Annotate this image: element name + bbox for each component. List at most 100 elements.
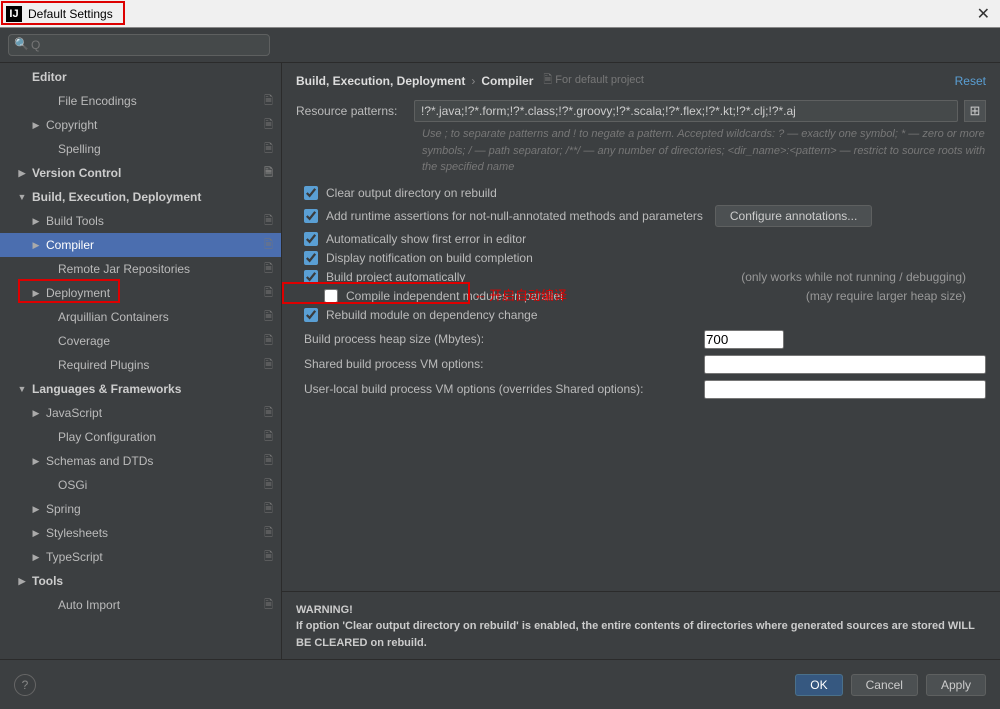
main-panel: Build, Execution, Deployment › Compiler … [282,63,1000,659]
warning-title: WARNING! [296,604,353,616]
heap-size-label: Build process heap size (Mbytes): [304,332,694,346]
sidebar-item-spelling[interactable]: Spelling 🗎 [0,137,281,161]
sidebar-item-deployment[interactable]: Deployment🗎 [0,281,281,305]
window-title: Default Settings [28,7,113,21]
sidebar-item-editor[interactable]: Editor [0,65,281,89]
project-scope-icon: 🗎 [264,500,273,519]
heap-size-input[interactable] [704,330,784,349]
expand-arrow-icon[interactable] [30,216,42,227]
expand-arrow-icon[interactable] [30,120,42,131]
sidebar-item-auto-import[interactable]: Auto Import🗎 [0,593,281,617]
sidebar-item-coverage[interactable]: Coverage 🗎 [0,329,281,353]
configure-annotations-button[interactable]: Configure annotations... [715,205,872,227]
sidebar-item-label: Languages & Frameworks [32,382,181,396]
sidebar-item-javascript[interactable]: JavaScript🗎 [0,401,281,425]
build-auto-note: (only works while not running / debuggin… [741,270,986,284]
shared-vm-input[interactable] [704,355,986,374]
expand-patterns-icon[interactable]: ⊞ [964,100,986,122]
sidebar-item-typescript[interactable]: TypeScript🗎 [0,545,281,569]
ok-button[interactable]: OK [795,674,842,696]
warning-body: If option 'Clear output directory on reb… [296,620,975,649]
sidebar-item-build-execution-deployment[interactable]: Build, Execution, Deployment [0,185,281,209]
sidebar-item-build-tools[interactable]: Build Tools🗎 [0,209,281,233]
project-scope-icon: 🗎 [264,236,273,255]
breadcrumb-part2: Compiler [481,74,533,88]
sidebar-item-compiler[interactable]: Compiler🗎 [0,233,281,257]
rebuild-dep-checkbox[interactable]: Rebuild module on dependency change [304,308,986,322]
expand-arrow-icon[interactable] [30,528,42,539]
sidebar-item-arquillian-containers[interactable]: Arquillian Containers🗎 [0,305,281,329]
sidebar-item-schemas-and-dtds[interactable]: Schemas and DTDs🗎 [0,449,281,473]
expand-arrow-icon[interactable] [30,552,42,563]
sidebar-item-copyright[interactable]: Copyright🗎 [0,113,281,137]
sidebar-item-required-plugins[interactable]: Required Plugins🗎 [0,353,281,377]
breadcrumb-separator: › [471,74,475,88]
sidebar-item-label: Spelling [58,142,101,156]
close-icon[interactable]: ✕ [977,4,990,24]
warning-panel: WARNING! If option 'Clear output directo… [282,591,1000,660]
expand-arrow-icon[interactable] [30,288,42,299]
sidebar-item-label: Copyright [46,118,97,132]
sidebar-item-label: Build, Execution, Deployment [32,190,201,204]
project-scope-icon: 🗎 [264,524,273,543]
sidebar-item-tools[interactable]: Tools [0,569,281,593]
titlebar: IJ Default Settings ✕ [0,0,1000,28]
sidebar-item-label: File Encodings [58,94,137,108]
build-auto-checkbox[interactable]: Build project automatically (only works … [304,270,986,284]
sidebar-item-file-encodings[interactable]: File Encodings 🗎 [0,89,281,113]
sidebar-item-languages-frameworks[interactable]: Languages & Frameworks [0,377,281,401]
expand-arrow-icon[interactable] [16,576,28,587]
project-scope-icon: 🗎 [264,332,273,351]
search-input[interactable] [8,34,270,56]
help-icon[interactable]: ? [14,674,36,696]
expand-arrow-icon[interactable] [16,168,28,179]
cancel-button[interactable]: Cancel [851,674,918,696]
expand-arrow-icon[interactable] [30,456,42,467]
sidebar-item-remote-jar-repositories[interactable]: Remote Jar Repositories🗎 [0,257,281,281]
sidebar-item-label: TypeScript [46,550,103,564]
expand-arrow-icon[interactable] [30,240,42,251]
sidebar-item-spring[interactable]: Spring🗎 [0,497,281,521]
sidebar-item-label: Version Control [32,166,121,180]
project-scope-icon: 🗎 [264,212,273,231]
sidebar-item-osgi[interactable]: OSGi🗎 [0,473,281,497]
reset-link[interactable]: Reset [955,74,986,88]
sidebar-item-stylesheets[interactable]: Stylesheets🗎 [0,521,281,545]
compile-parallel-note: (may require larger heap size) [806,289,986,303]
sidebar-item-label: Remote Jar Repositories [58,262,190,276]
project-scope-icon: 🗎 [264,92,273,111]
search-row: 🔍 [0,28,1000,63]
sidebar-item-label: Tools [32,574,63,588]
expand-arrow-icon[interactable] [30,408,42,419]
footer: ? OK Cancel Apply [0,659,1000,709]
content: Resource patterns: ⊞ Use ; to separate p… [282,96,1000,659]
expand-arrow-icon[interactable] [30,504,42,515]
project-scope-icon: 🗎 [264,140,273,159]
resource-patterns-input[interactable] [414,100,958,122]
user-vm-input[interactable] [704,380,986,399]
sidebar-item-label: Required Plugins [58,358,149,372]
apply-button[interactable]: Apply [926,674,986,696]
breadcrumb-scope: 🗎 For default project [543,71,644,90]
sidebar-item-play-configuration[interactable]: Play Configuration🗎 [0,425,281,449]
sidebar-item-version-control[interactable]: Version Control 🗎 [0,161,281,185]
compile-parallel-checkbox[interactable]: Compile independent modules in parallel … [324,289,986,303]
sidebar-item-label: OSGi [58,478,87,492]
project-scope-icon: 🗎 [264,452,273,471]
expand-arrow-icon[interactable] [16,192,28,202]
resource-patterns-label: Resource patterns: [296,100,414,118]
display-notification-checkbox[interactable]: Display notification on build completion [304,251,986,265]
sidebar-item-label: Coverage [58,334,110,348]
breadcrumb: Build, Execution, Deployment › Compiler … [282,63,1000,96]
clear-output-checkbox[interactable]: Clear output directory on rebuild [304,186,986,200]
app-icon: IJ [6,6,22,22]
expand-arrow-icon[interactable] [16,384,28,394]
sidebar-item-label: Play Configuration [58,430,156,444]
add-runtime-checkbox[interactable]: Add runtime assertions for not-null-anno… [304,209,703,223]
project-scope-icon: 🗎 [264,284,273,303]
breadcrumb-part1: Build, Execution, Deployment [296,74,465,88]
sidebar-item-label: Editor [32,70,67,84]
project-scope-icon: 🗎 [264,308,273,327]
auto-first-error-checkbox[interactable]: Automatically show first error in editor [304,232,986,246]
project-scope-icon: 🗎 [264,164,273,183]
